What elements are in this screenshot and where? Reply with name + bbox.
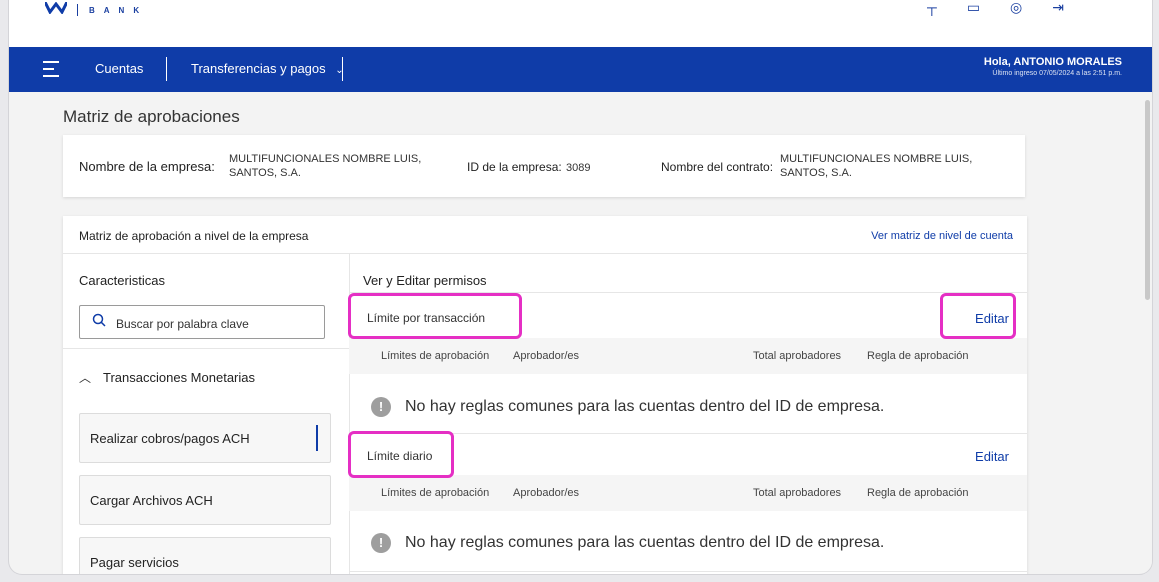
greeting-text: Hola, ANTONIO MORALES	[983, 56, 1122, 68]
search-icon	[92, 313, 106, 327]
feature-item-label: Pagar servicios	[90, 555, 179, 570]
approval-matrix-card: Matriz de aprobación a nivel de la empre…	[63, 216, 1027, 574]
column-header: Total aprobadores	[753, 350, 842, 362]
search-input[interactable]: Buscar por palabra clave	[79, 305, 325, 339]
nav-transferencias-label: Transferencias y pagos	[191, 61, 326, 76]
divider	[63, 348, 349, 349]
bank-logo-icon	[45, 2, 67, 14]
company-info-card: Nombre de la empresa: MULTIFUNCIONALES N…	[63, 135, 1025, 197]
column-header: Regla de aprobación	[867, 487, 969, 499]
matrix-header: Matriz de aprobación a nivel de la empre…	[63, 216, 1027, 254]
notification-icon[interactable]: ┬	[927, 0, 937, 16]
matrix-title: Matriz de aprobación a nivel de la empre…	[79, 229, 309, 243]
highlight-daily	[348, 431, 454, 478]
empty-message: No hay reglas comunes para las cuentas d…	[405, 398, 885, 415]
company-id-label: ID de la empresa:	[467, 160, 562, 174]
company-id-value: 3089	[566, 162, 591, 174]
account-matrix-link[interactable]: Ver matriz de nivel de cuenta	[871, 230, 1013, 242]
nav-divider	[342, 57, 343, 81]
contract-name-label: Nombre del contrato:	[661, 160, 774, 174]
company-name-line2: SANTOS, S.A.	[229, 167, 301, 179]
feature-item-ach-files[interactable]: Cargar Archivos ACH	[79, 475, 331, 525]
nav-divider	[166, 57, 167, 81]
table-header: Límites de aprobación Aprobador/es Total…	[349, 338, 1027, 374]
column-header: Aprobador/es	[513, 487, 580, 499]
main-nav: Cuentas Transferencias y pagos ⌄ Hola, A…	[9, 47, 1152, 92]
table-header: Límites de aprobación Aprobador/es Total…	[349, 475, 1027, 511]
column-header: Límites de aprobación	[381, 487, 490, 499]
active-indicator	[316, 425, 318, 451]
last-login: Último ingreso 07/05/2024 a las 2:51 p.m…	[992, 70, 1122, 77]
user-greeting: Hola, ANTONIO MORALES Último ingreso 07/…	[984, 56, 1122, 77]
company-name-label: Nombre de la empresa:	[79, 159, 215, 174]
characteristics-title: Caracteristicas	[79, 273, 165, 288]
column-header: Total aprobadores	[753, 487, 842, 499]
alert-icon: !	[371, 533, 391, 553]
scrollbar-thumb[interactable]	[1145, 100, 1150, 300]
nav-cuentas[interactable]: Cuentas	[95, 61, 143, 76]
logo-bar: BANK ┬ ▭ ◎ ⇥	[9, 0, 1152, 47]
column-header: Aprobador/es	[513, 350, 580, 362]
logout-icon[interactable]: ⇥	[1052, 0, 1064, 16]
feature-item-label: Cargar Archivos ACH	[90, 493, 213, 508]
feature-item-label: Realizar cobros/pagos ACH	[90, 431, 250, 446]
column-header: Regla de aprobación	[867, 350, 969, 362]
category-toggle[interactable]: ︿ Transacciones Monetarias	[79, 369, 255, 386]
chevron-up-icon: ︿	[79, 371, 92, 385]
divider	[349, 571, 1027, 572]
permissions-title: Ver y Editar permisos	[363, 273, 487, 288]
nav-transferencias[interactable]: Transferencias y pagos ⌄	[191, 61, 344, 76]
alert-icon: !	[371, 397, 391, 417]
contract-name-line2: SANTOS, S.A.	[780, 167, 852, 179]
contract-name-line1: MULTIFUNCIONALES NOMBRE LUIS,	[780, 153, 973, 165]
empty-state: ! No hay reglas comunes para las cuentas…	[371, 397, 884, 417]
company-name-line1: MULTIFUNCIONALES NOMBRE LUIS,	[229, 153, 422, 165]
settings-icon[interactable]: ◎	[1010, 0, 1022, 16]
category-label: Transacciones Monetarias	[103, 370, 255, 385]
menu-icon[interactable]	[43, 61, 59, 77]
column-header: Límites de aprobación	[381, 350, 490, 362]
search-placeholder: Buscar por palabra clave	[116, 317, 249, 331]
empty-state: ! No hay reglas comunes para las cuentas…	[371, 533, 884, 553]
app-window: BANK ┬ ▭ ◎ ⇥ Cuentas Transferencias y pa…	[8, 0, 1153, 575]
mail-icon[interactable]: ▭	[967, 0, 980, 16]
logo-divider	[77, 4, 78, 16]
page-title: Matriz de aprobaciones	[63, 107, 240, 126]
highlight-per-transaction	[348, 293, 522, 339]
feature-item-ach-payments[interactable]: Realizar cobros/pagos ACH	[79, 413, 331, 463]
top-icons: ┬ ▭ ◎ ⇥	[927, 0, 1064, 16]
characteristics-panel: Caracteristicas Buscar por palabra clave…	[63, 253, 350, 574]
edit-daily-link[interactable]: Editar	[975, 449, 1009, 464]
feature-item-pay-services[interactable]: Pagar servicios	[79, 537, 331, 574]
bank-wordmark: BANK	[89, 6, 149, 15]
empty-message: No hay reglas comunes para las cuentas d…	[405, 534, 885, 551]
highlight-edit	[940, 293, 1016, 339]
